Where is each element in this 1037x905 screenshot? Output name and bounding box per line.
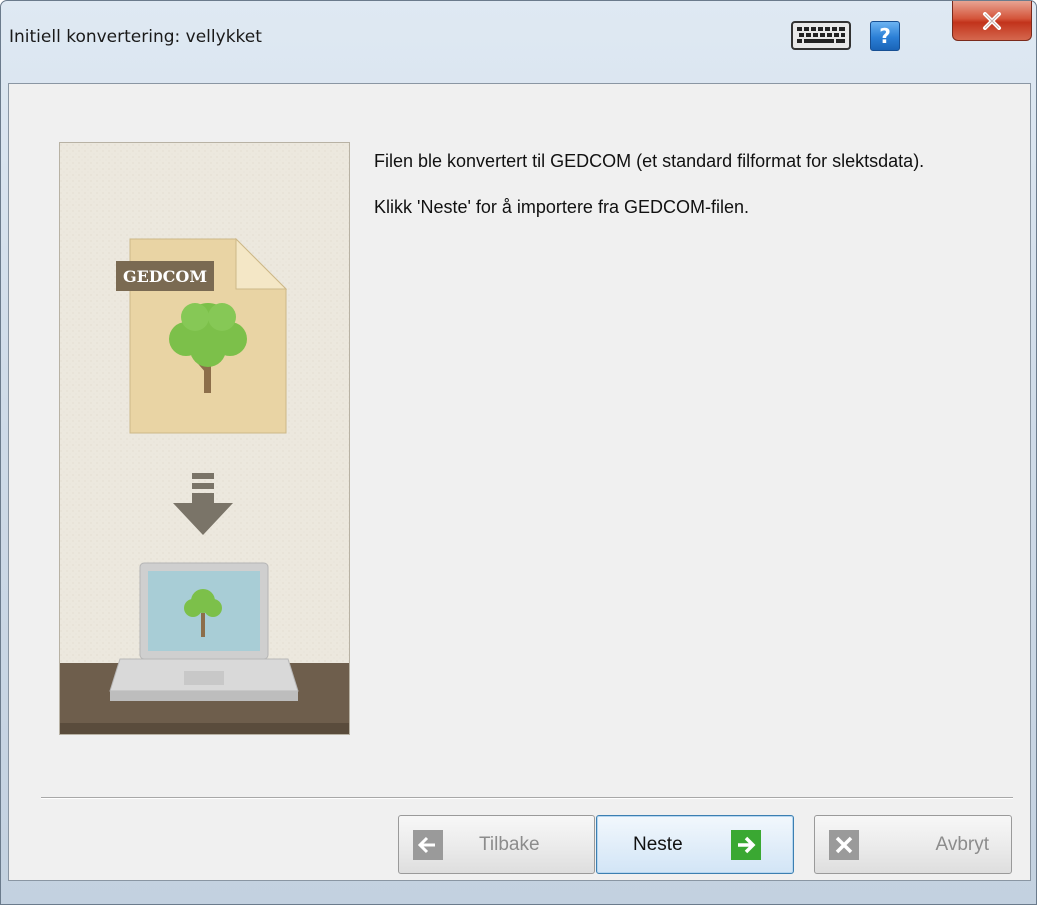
dialog-window: Initiell konvertering: vellykket ? GEDCO… <box>0 0 1037 905</box>
cancel-button-label: Avbryt <box>935 833 989 855</box>
close-button[interactable] <box>952 1 1032 41</box>
next-button-label: Neste <box>633 833 683 855</box>
button-divider <box>41 797 1013 799</box>
arrow-right-icon <box>730 829 761 860</box>
conversion-message: Filen ble konvertert til GEDCOM (et stan… <box>374 150 994 242</box>
arrow-left-icon <box>413 829 443 860</box>
window-title: Initiell konvertering: vellykket <box>9 27 262 47</box>
keyboard-icon[interactable] <box>791 20 853 52</box>
title-bar[interactable]: Initiell konvertering: vellykket ? <box>1 1 1036 83</box>
help-button[interactable]: ? <box>870 21 900 51</box>
next-button[interactable]: Neste <box>596 815 794 874</box>
gedcom-label: GEDCOM <box>123 267 207 286</box>
message-line-2: Klikk 'Neste' for å importere fra GEDCOM… <box>374 197 749 217</box>
message-line-1: Filen ble konvertert til GEDCOM (et stan… <box>374 151 925 171</box>
conversion-illustration: GEDCOM <box>59 142 350 735</box>
close-x-icon <box>829 829 859 860</box>
cancel-button[interactable]: Avbryt <box>814 815 1012 874</box>
close-icon <box>983 11 1001 30</box>
help-icon: ? <box>879 24 891 48</box>
dialog-content: GEDCOM Filen ble konvertert til GEDCOM (… <box>8 83 1031 881</box>
back-button[interactable]: Tilbake <box>398 815 595 874</box>
back-button-label: Tilbake <box>479 833 540 855</box>
